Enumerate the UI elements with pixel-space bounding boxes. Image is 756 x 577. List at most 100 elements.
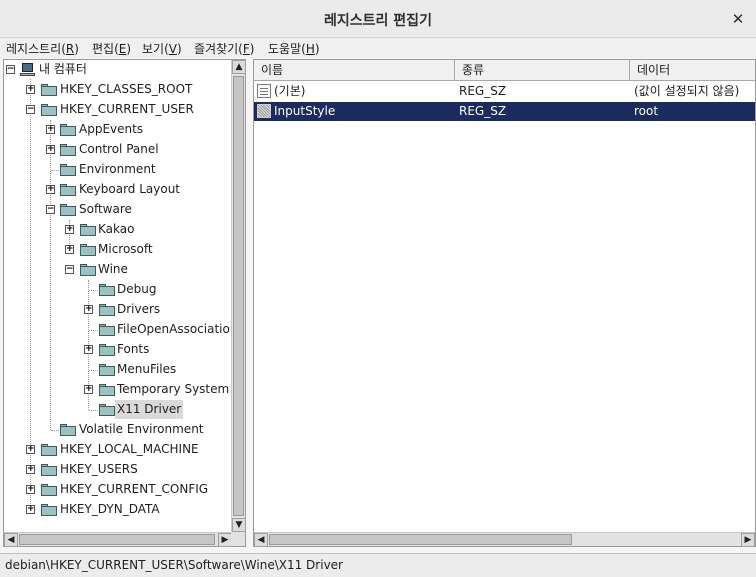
folder-icon [80,264,96,276]
folder-icon [60,144,76,156]
tree-label: Microsoft [98,242,153,256]
tree-label: Debug [117,282,157,296]
tree-label: Kakao [98,222,135,236]
folder-icon [99,304,115,316]
folder-icon [60,424,76,436]
value-data: root [634,104,659,118]
expand-icon[interactable]: + [26,465,35,474]
expand-icon[interactable]: + [84,305,93,314]
string-value-icon [257,84,271,98]
tree-label: Volatile Environment [79,422,204,436]
tree-label: Control Panel [79,142,159,156]
folder-icon [60,164,76,176]
collapse-icon[interactable]: − [46,205,55,214]
folder-icon [99,324,115,336]
scroll-left-button[interactable]: ◀ [254,533,268,547]
expand-icon[interactable]: + [26,485,35,494]
collapse-icon[interactable]: − [6,65,15,74]
tree-label: FileOpenAssociations [117,322,232,336]
folder-icon [99,344,115,356]
list-horizontal-scrollbar[interactable]: ◀ ▶ [254,532,755,547]
tree-label: Keyboard Layout [79,182,181,196]
expand-icon[interactable]: + [46,125,55,134]
menu-edit[interactable]: 편집(E) [92,40,131,57]
menu-help[interactable]: 도움말(H) [268,40,320,57]
menu-bar: 레지스트리(R) 편집(E) 보기(V) 즐겨찾기(F) 도움말(H) [0,38,756,58]
scroll-right-button[interactable]: ▶ [218,533,232,547]
expand-icon[interactable]: + [84,385,93,394]
column-header-data[interactable]: 데이터 [630,60,755,81]
scroll-right-button[interactable]: ▶ [741,533,755,547]
folder-icon [80,224,96,236]
scroll-thumb[interactable] [269,534,572,545]
expand-icon[interactable]: + [46,185,55,194]
menu-view[interactable]: 보기(V) [142,40,182,57]
tree-label: Environment [79,162,156,176]
scroll-thumb[interactable] [233,76,244,516]
status-bar: debian\HKEY_CURRENT_USER\Software\Wine\X… [0,553,756,577]
folder-icon [41,484,57,496]
values-list-pane: 이름 종류 데이터 (기본) REG_SZ (값이 설정되지 않음) Input… [253,59,756,547]
tree-pane: − 내 컴퓨터 + HKEY_CLASSES_ROOT − HKEY_CURRE… [3,59,246,547]
tree-vertical-scrollbar[interactable]: ▲ ▼ [231,60,246,532]
tree-label: X11 Driver [115,400,184,419]
menu-favorites[interactable]: 즐겨찾기(F) [194,40,254,57]
tree-label: HKEY_LOCAL_MACHINE [60,442,199,456]
value-row-inputstyle[interactable]: InputStyle REG_SZ root [254,102,755,121]
tree-label: Software [79,202,132,216]
folder-icon [60,204,76,216]
menu-registry[interactable]: 레지스트리(R) [6,40,79,57]
scroll-thumb[interactable] [19,534,215,545]
tree-horizontal-scrollbar[interactable]: ◀ ▶ [4,532,232,547]
scroll-down-button[interactable]: ▼ [232,518,246,532]
collapse-icon[interactable]: − [65,265,74,274]
tree-label: HKEY_CLASSES_ROOT [60,82,193,96]
computer-icon [20,63,36,77]
tree-label: HKEY_USERS [60,462,138,476]
value-type: REG_SZ [459,84,507,98]
folder-icon [41,84,57,96]
tree-label: Drivers [117,302,161,316]
folder-icon [99,384,115,396]
value-name: (기본) [274,84,306,98]
expand-icon[interactable]: + [26,85,35,94]
close-button[interactable]: ✕ [726,7,750,31]
tree-label: HKEY_CURRENT_USER [60,102,194,116]
expand-icon[interactable]: + [46,145,55,154]
expand-icon[interactable]: + [65,245,74,254]
tree-label: HKEY_CURRENT_CONFIG [60,482,209,496]
folder-icon [99,284,115,296]
expand-icon[interactable]: + [84,345,93,354]
folder-icon [41,504,57,516]
value-row-default[interactable]: (기본) REG_SZ (값이 설정되지 않음) [254,82,755,101]
scroll-left-button[interactable]: ◀ [4,533,18,547]
folder-icon [80,244,96,256]
column-header-type[interactable]: 종류 [455,60,630,81]
tree-label: AppEvents [79,122,144,136]
folder-icon [99,364,115,376]
title-bar: 레지스트리 편집기 ✕ [0,0,756,38]
string-value-icon [257,104,271,118]
collapse-icon[interactable]: − [26,105,35,114]
expand-icon[interactable]: + [65,225,74,234]
value-name: InputStyle [274,104,336,118]
expand-icon[interactable]: + [26,445,35,454]
column-header-name[interactable]: 이름 [254,60,455,81]
tree-label: MenuFiles [117,362,177,376]
tree-label: Fonts [117,342,150,356]
registry-tree: − 내 컴퓨터 + HKEY_CLASSES_ROOT − HKEY_CURRE… [4,60,232,532]
value-data: (값이 설정되지 않음) [634,84,740,98]
scroll-corner [231,532,245,546]
window-title: 레지스트리 편집기 [324,13,432,29]
scroll-up-button[interactable]: ▲ [232,60,246,74]
value-type: REG_SZ [459,104,507,118]
folder-icon [41,104,57,116]
folder-icon [60,184,76,196]
tree-label: HKEY_DYN_DATA [60,502,160,516]
tree-label: Temporary System Files [117,382,232,396]
status-path: debian\HKEY_CURRENT_USER\Software\Wine\X… [5,558,343,572]
folder-open-icon [99,404,115,416]
folder-icon [41,444,57,456]
expand-icon[interactable]: + [26,505,35,514]
folder-icon [41,464,57,476]
